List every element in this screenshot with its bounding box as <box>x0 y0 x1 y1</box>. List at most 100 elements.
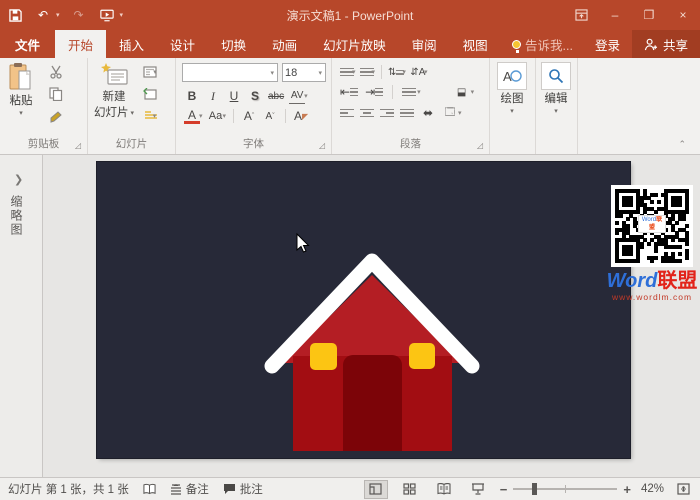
font-name-caret-icon[interactable]: ▾ <box>270 69 275 77</box>
notes-icon <box>170 484 182 495</box>
start-slideshow-icon[interactable] <box>98 6 116 24</box>
editing-button[interactable]: 编辑 ▾ <box>541 62 571 115</box>
zoom-out-button[interactable]: − <box>500 482 508 497</box>
paragraph-dialog-launcher-icon[interactable]: ◿ <box>477 141 487 151</box>
strikethrough-button[interactable]: abc <box>268 88 284 104</box>
fit-slide-to-window-button[interactable] <box>674 480 692 499</box>
watermark-url: www.wordlm.com <box>604 292 700 302</box>
notes-toggle[interactable]: 备注 <box>170 481 209 497</box>
zoom-in-button[interactable]: + <box>623 482 631 497</box>
view-slideshow-button[interactable] <box>466 480 490 499</box>
smartart-caret-icon[interactable]: ▾ <box>458 109 462 117</box>
bullets-caret-icon[interactable]: ▾ <box>352 68 356 76</box>
zoom-percent[interactable]: 42% <box>641 483 664 495</box>
grow-font-button[interactable]: Aˆ <box>241 108 257 124</box>
tab-design[interactable]: 设计 <box>157 30 208 58</box>
house-door[interactable] <box>343 355 402 451</box>
tab-home[interactable]: 开始 <box>55 30 106 58</box>
proofing-icon[interactable] <box>143 483 156 496</box>
comments-icon <box>223 483 236 495</box>
drawing-button[interactable]: A 绘图 ▾ <box>497 62 527 115</box>
font-size-combobox[interactable]: 18 ▾ <box>282 63 326 82</box>
clear-formatting-button[interactable]: A◤ <box>293 108 309 124</box>
view-slide-sorter-button[interactable] <box>398 480 422 499</box>
justify-icon[interactable] <box>400 107 414 120</box>
zoom-handle[interactable] <box>532 483 537 495</box>
font-dialog-launcher-icon[interactable]: ◿ <box>319 141 329 151</box>
character-spacing-button[interactable]: AV <box>289 88 305 104</box>
tell-me-box[interactable]: 告诉我... <box>502 35 583 54</box>
collapse-ribbon-icon[interactable]: ⌃ <box>678 139 686 150</box>
align-left-icon[interactable] <box>340 107 354 120</box>
new-slide-icon <box>99 62 129 88</box>
new-slide-label-line1: 新建 <box>103 88 126 104</box>
columns-icon[interactable] <box>402 86 416 99</box>
close-button[interactable]: × <box>666 0 700 30</box>
tell-me-label: 告诉我... <box>525 35 573 54</box>
align-center-icon[interactable] <box>360 107 374 120</box>
distribute-icon[interactable]: ⬌ <box>420 105 436 121</box>
paste-button[interactable]: 粘贴 ▾ <box>8 62 34 117</box>
new-slide-caret-icon: ▾ <box>131 109 135 117</box>
slide-layout-icon[interactable]: ▾ <box>140 64 160 80</box>
expand-thumbnails-icon[interactable]: ❯ <box>14 173 23 186</box>
text-shadow-button[interactable]: S <box>247 88 263 104</box>
maximize-button[interactable]: ❐ <box>632 0 666 30</box>
slide-canvas[interactable] <box>97 162 630 458</box>
tab-slideshow[interactable]: 幻灯片放映 <box>310 30 399 58</box>
copy-icon[interactable] <box>46 86 66 102</box>
comments-label: 批注 <box>240 481 263 497</box>
house-window-left[interactable] <box>310 343 337 370</box>
tab-transitions[interactable]: 切换 <box>208 30 259 58</box>
italic-button[interactable]: I <box>205 88 221 104</box>
numbering-caret-icon[interactable]: ▾ <box>372 68 376 76</box>
group-drawing: A 绘图 ▾ <box>490 58 536 154</box>
undo-icon[interactable]: ↶ <box>34 6 52 24</box>
new-slide-button[interactable]: 新建 幻灯片 ▾ <box>94 62 134 120</box>
clipboard-dialog-launcher-icon[interactable]: ◿ <box>75 141 85 151</box>
comments-toggle[interactable]: 批注 <box>223 481 263 497</box>
align-text-caret-icon[interactable]: ▾ <box>471 88 475 96</box>
shrink-font-button[interactable]: Aˇ <box>262 108 278 124</box>
columns-caret-icon[interactable]: ▾ <box>417 88 421 96</box>
align-text-icon[interactable]: ⬓ <box>454 84 470 100</box>
decrease-indent-icon[interactable]: ⇤ <box>340 84 358 100</box>
line-spacing-caret-icon[interactable]: ▾ <box>402 68 406 76</box>
format-painter-icon[interactable] <box>46 108 66 124</box>
tab-animations[interactable]: 动画 <box>259 30 310 58</box>
font-color-button[interactable]: A <box>184 109 200 124</box>
tab-review[interactable]: 审阅 <box>399 30 450 58</box>
view-normal-button[interactable] <box>364 480 388 499</box>
zoom-track[interactable] <box>513 488 617 490</box>
text-direction-caret-icon[interactable]: ▾ <box>424 68 428 76</box>
tab-file[interactable]: 文件 <box>0 30 55 58</box>
align-right-icon[interactable] <box>380 107 394 120</box>
undo-caret-icon[interactable]: ▾ <box>56 11 60 19</box>
increase-indent-icon[interactable]: ⇥ <box>365 84 383 100</box>
tab-view[interactable]: 视图 <box>450 30 501 58</box>
ribbon-display-options-icon[interactable] <box>564 0 598 30</box>
reset-slide-icon[interactable] <box>140 86 160 102</box>
spacing-caret-icon[interactable]: ▾ <box>304 92 308 100</box>
section-icon[interactable]: ▾ <box>140 108 160 124</box>
notes-label: 备注 <box>186 481 209 497</box>
cut-icon[interactable] <box>46 64 66 80</box>
font-name-combobox[interactable]: ▾ <box>182 63 278 82</box>
bold-button[interactable]: B <box>184 88 200 104</box>
change-case-button[interactable]: Aa <box>208 108 224 124</box>
smartart-convert-icon[interactable]: 🗔 <box>442 105 458 121</box>
qat-customize-caret-icon[interactable]: ▾ <box>120 11 124 19</box>
save-icon[interactable] <box>6 6 24 24</box>
thumbnail-panel-collapsed[interactable]: ❯ 缩略图 <box>0 155 43 477</box>
editing-label: 编辑 <box>545 90 568 106</box>
font-color-caret-icon[interactable]: ▾ <box>199 112 203 120</box>
view-reading-button[interactable] <box>432 480 456 499</box>
change-case-caret-icon[interactable]: ▾ <box>223 112 227 120</box>
tab-insert[interactable]: 插入 <box>106 30 157 58</box>
underline-button[interactable]: U <box>226 88 242 104</box>
minimize-button[interactable]: – <box>598 0 632 30</box>
house-window-right[interactable] <box>409 343 435 369</box>
font-size-caret-icon[interactable]: ▾ <box>318 69 323 77</box>
sign-in-button[interactable]: 登录 <box>583 35 632 54</box>
share-button[interactable]: 共享 <box>632 30 700 58</box>
